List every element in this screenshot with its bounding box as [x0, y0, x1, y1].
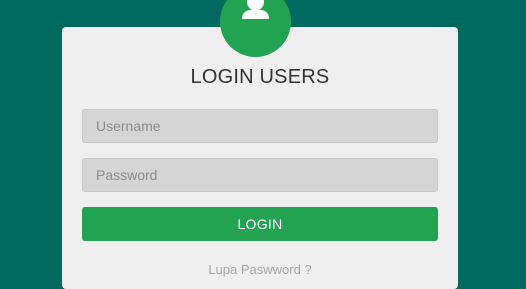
login-button[interactable]: LOGIN: [82, 207, 438, 241]
user-icon: [242, 0, 269, 19]
page-title: LOGIN USERS: [190, 66, 330, 88]
forgot-password-link[interactable]: Lupa Paswword ?: [62, 262, 458, 277]
password-input[interactable]: [82, 158, 438, 192]
username-input[interactable]: [82, 109, 438, 143]
avatar: [220, 0, 291, 57]
